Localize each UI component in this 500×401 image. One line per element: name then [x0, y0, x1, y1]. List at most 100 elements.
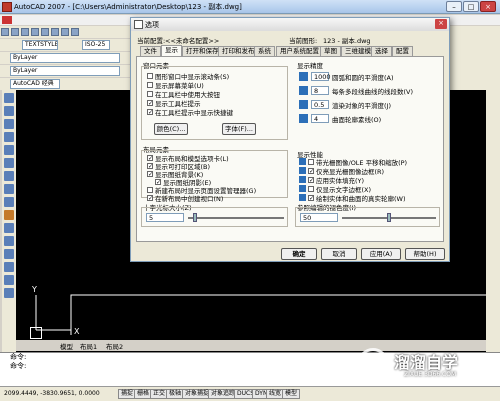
copy-icon[interactable] [61, 28, 69, 36]
styles-toolbar: TEXTSTYLE ISO-25 [0, 39, 130, 51]
tab-display[interactable]: 显示 [161, 45, 182, 56]
rectangle-icon[interactable] [4, 145, 14, 155]
colors-button[interactable]: 颜色(C)... [154, 123, 188, 135]
create-viewport-checkbox[interactable]: ✓ 在新布局中创建视口(N) [147, 194, 256, 203]
tab-layout1[interactable]: 布局1 [80, 341, 97, 351]
options-dialog: 选项 × 当前配置: <<未命名配置>> 当前图形: 123 - 副本.dwg … [130, 17, 450, 262]
window-elements-group: 图形窗口中显示滚动条(S) 显示屏幕菜单(U) 在工具栏中使用大按钮 ✓ 显示工具… [141, 66, 288, 140]
current-profile-label: 当前配置: [137, 37, 166, 45]
ok-button[interactable]: 确定 [281, 248, 317, 260]
crosshair-size-input[interactable]: 5 [146, 213, 184, 222]
paper-background-check: ✓ [147, 170, 154, 178]
dialog-title: 选项 [145, 21, 159, 29]
raster-frame-checkbox[interactable]: ✓ 仅亮显光栅图像边框(R) [299, 167, 407, 176]
model-toggle[interactable]: 模型 [282, 389, 301, 399]
make-block-icon[interactable] [4, 223, 14, 233]
arc-icon[interactable] [4, 158, 14, 168]
true-silhouettes-icon [299, 194, 306, 201]
region-icon[interactable] [4, 262, 14, 272]
table-icon[interactable] [4, 275, 14, 285]
screen-menu-checkbox[interactable]: 显示屏幕菜单(U) [147, 81, 233, 90]
tab-files[interactable]: 文件 [140, 46, 161, 56]
line-icon[interactable] [4, 93, 14, 103]
shortcut-keys-checkbox[interactable]: ✓ 在工具栏提示中显示快捷键 [147, 108, 233, 117]
svg-text:X: X [74, 327, 80, 336]
tab-plot-publish[interactable]: 打印和发布 [218, 46, 259, 56]
current-profile-value: <<未命名配置>> [165, 37, 220, 45]
spline-icon[interactable] [4, 184, 14, 194]
print-icon[interactable] [31, 28, 39, 36]
fade-input[interactable]: 50 [300, 213, 338, 222]
layout-elements-list: ✓ 显示布局和模型选项卡(L) ✓ 显示可打印区域(B) ✓ 显示图纸背景(K) ✓ 显… [147, 154, 256, 203]
scrollbars-checkbox[interactable]: 图形窗口中显示滚动条(S) [147, 72, 233, 81]
construction-line-icon[interactable] [4, 106, 14, 116]
workspace-combo[interactable]: AutoCAD 经典 [10, 79, 60, 89]
apply-button[interactable]: 应用(A) [361, 248, 401, 260]
polyline-icon[interactable] [4, 119, 14, 129]
new-icon[interactable] [1, 28, 9, 36]
ellipse-icon[interactable] [4, 197, 14, 207]
mtext-icon[interactable] [4, 288, 14, 298]
maximize-button[interactable]: □ [463, 1, 479, 12]
document-icon[interactable] [2, 16, 12, 24]
true-silhouettes-checkbox[interactable]: ✓ 绘制实体和曲面的真实轮廓(W) [299, 194, 407, 203]
display-tab-panel: 窗口元素 图形窗口中显示滚动条(S) 显示屏幕菜单(U) 在工具栏中使用大按钮 … [136, 56, 444, 242]
dialog-close-button[interactable]: × [435, 19, 447, 29]
solid-fill-checkbox[interactable]: ✓ 应用实体填充(Y) [299, 176, 407, 185]
svg-text:Y: Y [31, 285, 37, 294]
crosshair-slider-thumb[interactable] [193, 213, 197, 222]
tab-model[interactable]: 模型 [60, 341, 73, 351]
cancel-button[interactable]: 取消 [321, 248, 357, 260]
circle-icon[interactable] [4, 171, 14, 181]
tab-system[interactable]: 系统 [254, 46, 275, 56]
crosshair-size-slider[interactable] [188, 213, 284, 222]
fonts-button[interactable]: 字体(F)... [222, 123, 256, 135]
tab-open-save[interactable]: 打开和保存 [182, 46, 223, 56]
raster-frame-icon [299, 167, 306, 174]
tab-selection[interactable]: 选择 [371, 46, 392, 56]
crosshair-size-group: 5 [141, 207, 288, 227]
text-frame-checkbox[interactable]: 仅显示文字边框(X) [299, 185, 407, 194]
color-combo[interactable]: ByLayer [10, 66, 120, 76]
arc-smoothness-input[interactable]: 1000 [311, 72, 331, 81]
tab-3d-modeling[interactable]: 三维建模 [341, 46, 375, 56]
open-icon[interactable] [11, 28, 19, 36]
tooltips-checkbox[interactable]: ✓ 显示工具栏提示 [147, 99, 233, 108]
layer-combo[interactable]: ByLayer [10, 53, 120, 63]
tab-drafting[interactable]: 草图 [320, 46, 341, 56]
help-button[interactable]: 帮助(H) [405, 248, 445, 260]
text-style-combo[interactable]: TEXTSTYLE [22, 40, 58, 50]
render-smoothness-input[interactable]: 0.5 [311, 100, 329, 109]
arc-smoothness-icon [299, 72, 308, 81]
screen-menu-check [147, 81, 153, 88]
point-icon[interactable] [4, 236, 14, 246]
display-precision-group: 1000 圆弧和圆的平滑度(A) 8 每条多段线曲线的线段数(V) 0.5 渲染对象的… [299, 71, 413, 124]
polyline-segments-input[interactable]: 8 [311, 86, 329, 95]
tab-profiles[interactable]: 配置 [392, 46, 413, 56]
tab-user-preferences[interactable]: 用户系统配置 [276, 46, 323, 56]
polygon-icon[interactable] [4, 132, 14, 142]
insert-block-icon[interactable] [4, 210, 14, 220]
save-icon[interactable] [21, 28, 29, 36]
autocad-app-icon[interactable] [2, 2, 12, 12]
dim-style-combo[interactable]: ISO-25 [82, 40, 110, 50]
contour-lines-input[interactable]: 4 [311, 114, 329, 123]
text-frame-check [308, 185, 314, 192]
current-drawing-label: 当前图形: [289, 37, 318, 45]
preview-icon[interactable] [41, 28, 49, 36]
fade-slider[interactable] [342, 213, 436, 222]
contour-lines-icon [299, 114, 308, 123]
minimize-button[interactable]: – [446, 1, 462, 12]
hatch-icon[interactable] [4, 249, 14, 259]
cut-icon[interactable] [51, 28, 59, 36]
workspace-toolbar: AutoCAD 经典 [0, 78, 130, 90]
status-bar: 2099.4449, -3830.9651, 0.0000 捕捉 栅格 正交 极… [0, 386, 500, 401]
fade-slider-thumb[interactable] [387, 213, 391, 222]
close-button[interactable]: × [480, 1, 496, 12]
tab-layout2[interactable]: 布局2 [106, 341, 123, 351]
printable-area-check: ✓ [147, 162, 154, 170]
large-buttons-checkbox[interactable]: 在工具栏中使用大按钮 [147, 90, 233, 99]
fade-control-group: 50 [295, 207, 440, 227]
raster-pan-zoom-checkbox[interactable]: 带光栅图像/OLE 平移和缩放(P) [299, 158, 407, 167]
paste-icon[interactable] [71, 28, 79, 36]
